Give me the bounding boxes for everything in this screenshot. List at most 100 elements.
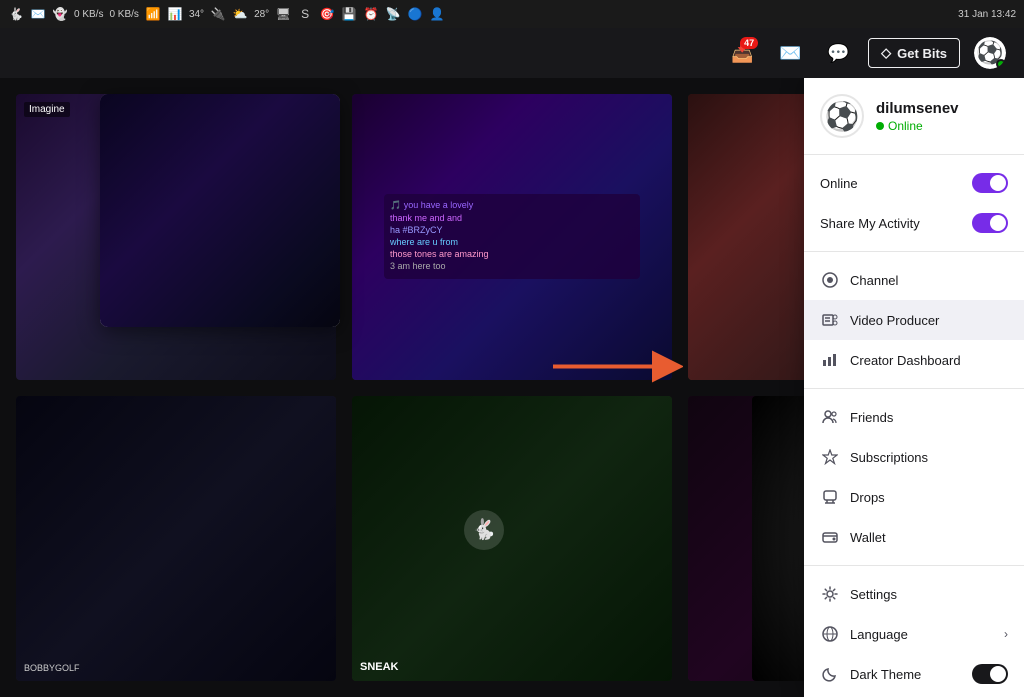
drops-row[interactable]: Drops <box>804 477 1024 517</box>
system-bar-left: 🐇 ✉️ 👻 0 KB/s 0 KB/s 📶 📊 34° 🔌 ⛅ 28° 🖥 S… <box>8 6 445 22</box>
bar2-icon: 📊 <box>167 6 183 22</box>
online-section: Online Share My Activity <box>804 155 1024 252</box>
dropdown-menu: ⚽ dilumsenev Online Online Share My Acti… <box>804 78 1024 697</box>
main-content: Imagine 🎵 you have a lovely thank me and… <box>0 78 1024 697</box>
profile-icon: 👤 <box>429 6 445 22</box>
stream-thumb-4[interactable]: BOBBYGOLF <box>16 396 336 682</box>
sneak-logo: 🐇 <box>464 510 504 550</box>
subscriptions-row[interactable]: Subscriptions <box>804 437 1024 477</box>
chat-overlay: 🎵 you have a lovely thank me and and ha … <box>384 194 640 279</box>
dark-theme-toggle[interactable] <box>972 664 1008 684</box>
avatar-online-indicator <box>996 59 1006 69</box>
stream-card-thumbnail <box>100 94 340 194</box>
dark-theme-knob <box>990 666 1006 682</box>
language-chevron: › <box>1004 627 1008 641</box>
wallet-icon <box>820 527 840 547</box>
eth-icon: 🔌 <box>210 6 226 22</box>
stream-thumb-5[interactable]: LIVE SNEAK 🐇 <box>352 396 672 682</box>
wifi-icon: 📡 <box>385 6 401 22</box>
bar-icon: 📶 <box>145 6 161 22</box>
language-row[interactable]: Language › <box>804 614 1024 654</box>
display-icon: 🖥 <box>275 6 291 22</box>
online-label: Online <box>820 176 962 191</box>
wallet-row[interactable]: Wallet <box>804 517 1024 557</box>
chat-icon: 💬 <box>827 43 849 64</box>
dropdown-username: dilumsenev <box>876 100 959 117</box>
language-label: Language <box>850 627 994 642</box>
creator-dashboard-row[interactable]: Creator Dashboard <box>804 340 1024 380</box>
dark-bg-1: BOBBYGOLF <box>16 396 336 682</box>
whispers-button[interactable]: 💬 <box>820 35 856 71</box>
drops-icon <box>820 487 840 507</box>
target-icon: 🎯 <box>319 6 335 22</box>
message-icon: ✉️ <box>779 43 801 64</box>
dark-bg-2: SNEAK <box>352 396 672 682</box>
dark-theme-icon <box>820 664 840 684</box>
stream-thumb-2[interactable]: 🎵 you have a lovely thank me and and ha … <box>352 94 672 380</box>
stream-label-1: Imagine <box>24 102 70 117</box>
net-up: 0 KB/s <box>74 9 103 20</box>
rabbit-icon: 🐇 <box>8 6 24 22</box>
status-dot <box>876 122 884 130</box>
dropdown-avatar: ⚽ <box>820 94 864 138</box>
social-section: Friends Subscriptions <box>804 389 1024 566</box>
temp: 34° <box>189 9 204 20</box>
share-activity-row[interactable]: Share My Activity <box>804 203 1024 243</box>
video-producer-label: Video Producer <box>850 313 1008 328</box>
channel-row[interactable]: Channel <box>804 260 1024 300</box>
channel-icon <box>820 270 840 290</box>
system-bar-right: 31 Jan 13:42 <box>958 9 1016 20</box>
get-bits-label: Get Bits <box>897 46 947 61</box>
s-icon: S <box>297 6 313 22</box>
drops-label: Drops <box>850 490 1008 505</box>
ghost-icon: 👻 <box>52 6 68 22</box>
language-icon <box>820 624 840 644</box>
friends-row[interactable]: Friends <box>804 397 1024 437</box>
share-activity-knob <box>990 215 1006 231</box>
get-bits-button[interactable]: ◇ Get Bits <box>868 38 960 68</box>
creator-dashboard-label: Creator Dashboard <box>850 353 1008 368</box>
hdd-icon: 💾 <box>341 6 357 22</box>
online-row[interactable]: Online <box>804 163 1024 203</box>
video-producer-row[interactable]: Video Producer <box>804 300 1024 340</box>
settings-section: Settings Language › <box>804 566 1024 697</box>
creator-dashboard-icon <box>820 350 840 370</box>
user-avatar-button[interactable]: ⚽ <box>972 35 1008 71</box>
dropdown-status: Online <box>876 119 959 133</box>
subscriptions-label: Subscriptions <box>850 450 1008 465</box>
settings-label: Settings <box>850 587 1008 602</box>
subscriptions-icon <box>820 447 840 467</box>
bits-icon: ◇ <box>881 45 891 61</box>
net-down: 0 KB/s <box>109 9 138 20</box>
notifications-button[interactable]: 📥 47 <box>724 35 760 71</box>
online-toggle[interactable] <box>972 173 1008 193</box>
bluetooth-icon: 🔵 <box>407 6 423 22</box>
notification-count: 47 <box>740 37 758 49</box>
friends-label: Friends <box>850 410 1008 425</box>
share-activity-toggle[interactable] <box>972 213 1008 233</box>
weather-temp: 28° <box>254 9 269 20</box>
thumb-label-5: SNEAK <box>360 661 399 673</box>
stream-card[interactable]: 🎸 paratune Music 3.9K viewers English pa… <box>100 94 340 327</box>
dropdown-header: ⚽ dilumsenev Online <box>804 78 1024 155</box>
status-label: Online <box>888 119 923 133</box>
settings-row[interactable]: Settings <box>804 574 1024 614</box>
dropdown-user-info: dilumsenev Online <box>876 100 959 133</box>
datetime: 31 Jan 13:42 <box>958 9 1016 20</box>
card-thumb-bg <box>100 94 340 327</box>
thumb-label-4: BOBBYGOLF <box>24 663 80 673</box>
dark-theme-label: Dark Theme <box>850 667 962 682</box>
channel-label: Channel <box>850 273 1008 288</box>
dark-theme-row[interactable]: Dark Theme <box>804 654 1024 694</box>
system-bar: 🐇 ✉️ 👻 0 KB/s 0 KB/s 📶 📊 34° 🔌 ⛅ 28° 🖥 S… <box>0 0 1024 28</box>
sun-icon: ⛅ <box>232 6 248 22</box>
creator-section: Channel Video Producer <box>804 252 1024 389</box>
chat-bg: 🎵 you have a lovely thank me and and ha … <box>352 94 672 380</box>
messages-button[interactable]: ✉️ <box>772 35 808 71</box>
clock-icon: ⏰ <box>363 6 379 22</box>
friends-icon <box>820 407 840 427</box>
online-toggle-knob <box>990 175 1006 191</box>
share-activity-label: Share My Activity <box>820 216 962 231</box>
wallet-label: Wallet <box>850 530 1008 545</box>
settings-icon <box>820 584 840 604</box>
